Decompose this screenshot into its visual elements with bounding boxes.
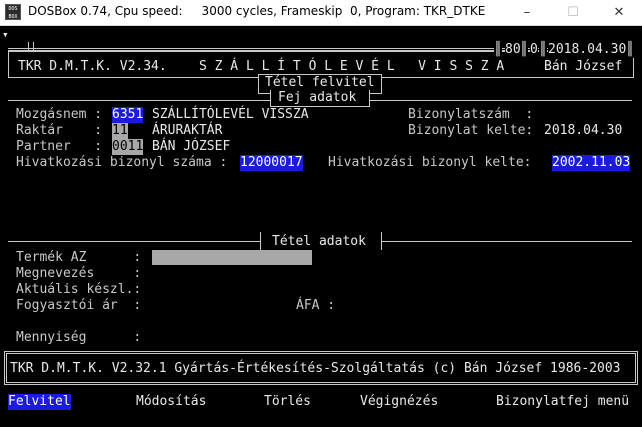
menu-vegignezes[interactable]: Végignézés — [360, 394, 438, 410]
hivatkozasi-szam-label: Hivatkozási bizonyl száma : — [16, 155, 228, 170]
date-bar: ║ — [539, 42, 547, 58]
document-title: S Z Á L L Í T Ó L E V É L V I S S Z A — [199, 59, 505, 74]
hivatkozasi-kelte-value[interactable]: 2002.11.03 — [552, 155, 631, 171]
item-section-title: Tétel adatok — [272, 234, 366, 249]
mozgasnem-name: SZÁLLÍTÓLEVÉL VISSZA — [152, 107, 309, 122]
head-section-title: Fej adatok — [278, 90, 357, 105]
raktar-name: ÁRURAKTÁR — [152, 123, 223, 138]
megnevezes-label: Megnevezés : — [16, 266, 142, 281]
header-separator-left — [28, 42, 29, 52]
minimize-button[interactable]: – — [504, 0, 550, 26]
bizonylatszam-label: Bizonylatszám : — [408, 107, 534, 122]
bizonylat-kelte-value: 2018.04.30 — [544, 123, 623, 138]
aktualis-label: Aktuális készl.: — [16, 282, 142, 297]
footer-copyright: TKR D.M.T.K. V2.32.1 Gyártás-Értékesítés… — [10, 361, 621, 376]
header-date: 2018.04.30 — [548, 42, 627, 58]
mozgasnem-label: Mozgásnem : — [16, 107, 103, 122]
fogyasztoi-label: Fogyasztói ár : — [16, 298, 142, 313]
menu-bizonylatfej[interactable]: Bizonylatfej menü — [496, 394, 629, 410]
termek-label: Termék AZ : — [16, 250, 142, 265]
hivatkozasi-kelte-label: Hivatkozási bizonyl kelte: — [328, 155, 532, 170]
mennyiseg-label: Mennyiség : — [16, 330, 142, 345]
partner-name: BÁN JÓZSEF — [152, 139, 231, 154]
raktar-code[interactable]: 11 — [112, 123, 128, 139]
date-right-bar: ║ — [626, 42, 634, 58]
menu-torles[interactable]: Törlés — [264, 394, 311, 410]
mode-title: Tétel felvitel — [265, 75, 375, 90]
raktar-label: Raktár : — [16, 123, 103, 138]
bizonylat-kelte-label: Bizonylat kelte: — [408, 123, 534, 138]
afa-label: ÁFA : — [296, 298, 336, 313]
system-menu-icon[interactable]: ▾ — [2, 27, 9, 43]
menu-modositas[interactable]: Módosítás — [136, 394, 206, 410]
termek-input[interactable] — [152, 250, 312, 265]
menu-felvitel[interactable]: Felvitel — [8, 394, 71, 410]
user-name: Bán József — [544, 59, 623, 74]
dosbox-icon[interactable]: DOS BOX — [5, 4, 21, 20]
header-separator-left-2 — [33, 42, 34, 52]
counter-left-bar: ║ — [494, 42, 502, 58]
partner-code[interactable]: 0011 — [112, 139, 144, 155]
mozgasnem-code[interactable]: 6351 — [112, 107, 144, 123]
hivatkozasi-szam-value[interactable]: 12000017 — [240, 155, 303, 171]
close-button[interactable]: ✕ — [596, 0, 642, 26]
maximize-button[interactable]: ☐ — [550, 0, 596, 26]
counter-bar: ║ — [520, 42, 528, 58]
counter-2: 0 — [530, 42, 538, 58]
partner-label: Partner : — [16, 139, 103, 154]
counter-1: 80 — [505, 42, 521, 58]
dos-screen: ▾ ║ 80 ║ 0 ║ 2018.04.30 ║ TKR D.M.T.K. V… — [0, 26, 642, 427]
window-title: DOSBox 0.74, Cpu speed: 3000 cycles, Fra… — [28, 4, 486, 18]
app-title: TKR D.M.T.K. V2.34. — [18, 59, 167, 74]
window-titlebar: DOS BOX DOSBox 0.74, Cpu speed: 3000 cyc… — [0, 0, 642, 26]
